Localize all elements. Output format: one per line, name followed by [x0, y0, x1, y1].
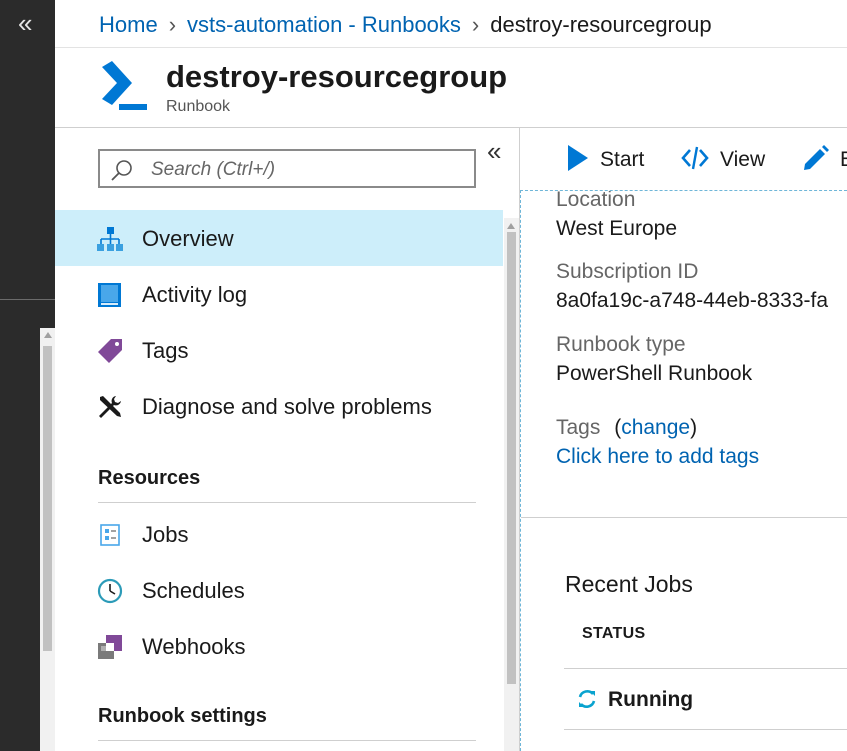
nav-item-label: Jobs	[142, 522, 189, 547]
section-header-resources: Resources	[98, 467, 201, 489]
play-icon	[568, 145, 588, 171]
breadcrumb-divider	[55, 47, 847, 48]
start-label: Start	[600, 148, 645, 171]
status-column-header[interactable]: STATUS	[582, 624, 645, 644]
recent-jobs-title: Recent Jobs	[565, 571, 693, 597]
refresh-icon	[578, 690, 596, 708]
breadcrumb-separator: ›	[168, 12, 177, 37]
book-icon	[98, 283, 121, 307]
sidebar-collapse-button[interactable]: «	[18, 8, 32, 38]
jobs-header-divider	[564, 668, 847, 669]
breadcrumb-current: destroy-resourcegroup	[490, 12, 712, 37]
essentials-divider	[521, 517, 847, 518]
tags-change-link[interactable]: change	[621, 416, 690, 439]
runbook-type-value: PowerShell Runbook	[556, 362, 753, 385]
powershell-icon	[102, 61, 147, 110]
section-divider	[98, 502, 476, 503]
search-icon	[111, 160, 132, 181]
tools-icon	[99, 396, 121, 418]
location-label: Location	[556, 190, 636, 211]
tags-paren-close: )	[690, 416, 698, 439]
resource-menu: Search (Ctrl+/) « Overview Activity log	[55, 128, 519, 751]
jobs-row-divider	[564, 729, 847, 730]
menu-scroll-thumb[interactable]	[507, 232, 516, 684]
location-value: West Europe	[556, 217, 678, 240]
subscription-label: Subscription ID	[556, 260, 699, 283]
nav-item-activity-log[interactable]: Activity log	[55, 266, 503, 322]
add-tags-link[interactable]: Click here to add tags	[556, 444, 759, 470]
breadcrumb-runbooks-link[interactable]: vsts-automation - Runbooks	[187, 12, 461, 37]
runbook-type-label: Runbook type	[556, 333, 686, 356]
code-icon	[681, 146, 709, 170]
section-header-runbook-settings: Runbook settings	[98, 705, 267, 727]
portal-sidebar: «	[0, 0, 55, 751]
breadcrumb-home-link[interactable]: Home	[99, 12, 158, 37]
sidebar-scroll-thumb[interactable]	[43, 346, 52, 651]
jobs-icon	[100, 524, 120, 546]
pencil-icon	[804, 145, 829, 170]
nav-item-label: Activity log	[142, 282, 248, 307]
menu-scroll-up-arrow[interactable]	[507, 223, 515, 229]
sidebar-scroll-up-arrow[interactable]	[44, 332, 52, 338]
nav-item-jobs[interactable]: Jobs	[55, 506, 503, 562]
nav-item-tags[interactable]: Tags	[55, 322, 503, 378]
nav-item-diagnose[interactable]: Diagnose and solve problems	[55, 378, 503, 434]
nav-item-label: Diagnose and solve problems	[142, 394, 432, 419]
nav-item-label: Schedules	[142, 578, 245, 603]
menu-collapse-button[interactable]: «	[487, 136, 501, 166]
search-placeholder: Search (Ctrl+/)	[151, 159, 276, 180]
start-button[interactable]: Start	[567, 144, 677, 174]
nav-item-label: Overview	[142, 226, 234, 251]
sidebar-divider	[0, 299, 55, 300]
nav-item-webhooks[interactable]: Webhooks	[55, 618, 503, 674]
section-divider	[98, 740, 476, 741]
edit-label: E	[840, 147, 847, 173]
menu-search-input[interactable]: Search (Ctrl+/)	[98, 149, 476, 188]
webhook-icon	[98, 635, 122, 659]
nav-item-overview[interactable]: Overview	[55, 210, 503, 266]
page-subtitle: Runbook	[166, 98, 231, 115]
nav-item-schedules[interactable]: Schedules	[55, 562, 503, 618]
subscription-value: 8a0fa19c-a748-44eb-8333-fa	[556, 289, 829, 312]
command-bar: Start View E	[520, 128, 847, 190]
breadcrumb: Home › vsts-automation - Runbooks › destroy-…	[99, 11, 712, 39]
nav-item-label: Tags	[142, 338, 189, 363]
edit-button[interactable]: E	[801, 144, 847, 174]
job-status-value[interactable]: Running	[608, 687, 693, 713]
view-label: View	[720, 148, 766, 171]
page-title: destroy-resourcegroup	[166, 59, 508, 94]
menu-scrollbar[interactable]	[504, 218, 519, 751]
tags-row: Tags (change)	[556, 415, 697, 441]
hierarchy-icon	[97, 227, 123, 251]
view-button[interactable]: View	[681, 144, 791, 174]
overview-content: Location West Europe Subscription ID 8a0…	[520, 190, 847, 751]
tags-label: Tags	[556, 416, 601, 439]
breadcrumb-separator: ›	[471, 12, 480, 37]
nav-item-label: Webhooks	[142, 634, 246, 659]
clock-icon	[97, 578, 123, 604]
tag-icon	[98, 339, 122, 363]
